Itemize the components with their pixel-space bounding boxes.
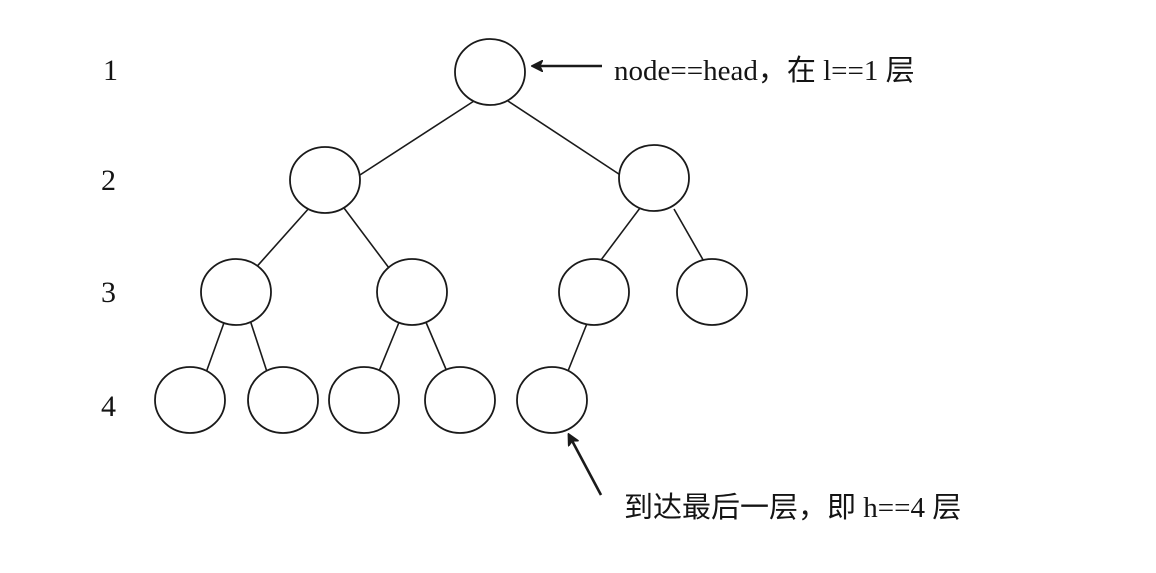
tree-node-level4-e — [516, 366, 588, 434]
tree-node-level3-c — [558, 258, 630, 326]
tree-node-level4-b — [247, 366, 319, 434]
tree-node-root — [454, 38, 526, 106]
edge-l2a-l3a — [251, 206, 311, 273]
edge-l2a-l3b — [343, 207, 393, 273]
tree-node-level2-right — [618, 144, 690, 212]
edge-root-left — [345, 100, 475, 185]
tree-node-level3-b — [376, 258, 448, 326]
tree-edges — [202, 100, 711, 382]
tree-node-level3-d — [676, 258, 748, 326]
level-label-2: 2 — [101, 164, 116, 197]
level-label-1: 1 — [103, 54, 118, 87]
tree-node-level3-a — [200, 258, 272, 326]
arrow-to-last-level — [569, 435, 603, 496]
tree-node-level4-a — [154, 366, 226, 434]
tree-nodes — [154, 38, 748, 434]
edge-root-right — [507, 100, 635, 185]
tree-drawing — [154, 38, 748, 496]
head-annotation: node==head，在 l==1 层 — [614, 55, 915, 87]
last-level-annotation: 到达最后一层，即 h==4 层 — [624, 492, 962, 524]
tree-node-level2-left — [289, 146, 361, 214]
level-label-4: 4 — [101, 390, 116, 423]
binary-tree-diagram: 1 2 3 4 node==head，在 l==1 层 到达最后一层，即 h==… — [0, 0, 1156, 568]
tree-node-level4-c — [328, 366, 400, 434]
tree-node-level4-d — [424, 366, 496, 434]
level-label-3: 3 — [101, 276, 116, 309]
